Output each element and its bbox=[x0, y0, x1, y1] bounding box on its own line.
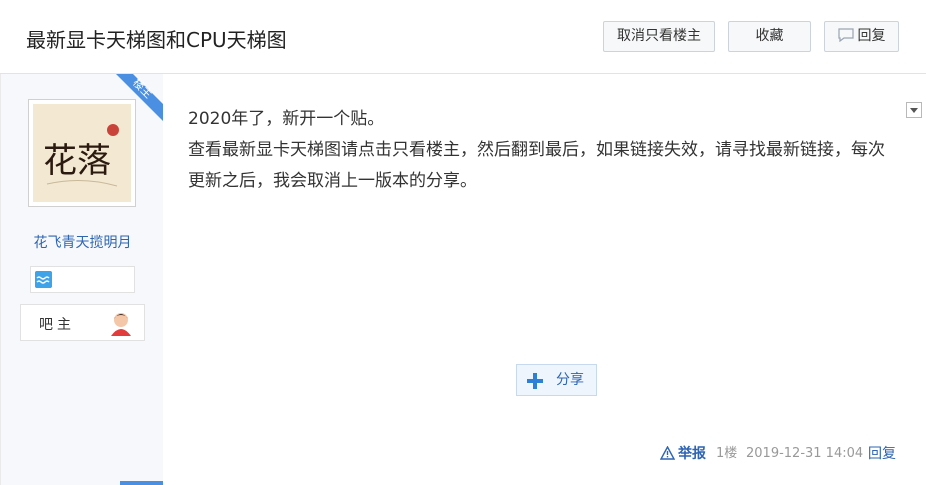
wave-level-icon bbox=[35, 271, 52, 288]
level-badge[interactable] bbox=[30, 266, 135, 293]
reply-button-label: 回复 bbox=[857, 28, 886, 44]
floor-reply-link[interactable]: 回复 bbox=[868, 444, 896, 464]
favorite-button[interactable]: 收藏 bbox=[728, 21, 811, 52]
role-label: 吧主 bbox=[39, 317, 75, 333]
share-button[interactable]: 分享 bbox=[516, 364, 597, 396]
username-link[interactable]: 花飞青天揽明月 bbox=[1, 232, 164, 252]
post-line: 查看最新显卡天梯图请点击只看楼主，然后翻到最后，如果链接失效，请寻找最新链接，每… bbox=[188, 140, 885, 191]
warning-icon bbox=[660, 446, 675, 460]
author-sidebar: 花落 花飞青天揽明月 吧主 bbox=[0, 74, 163, 485]
next-floor-badge-edge bbox=[120, 481, 163, 485]
avatar-text: 花落 bbox=[43, 141, 111, 181]
report-label: 举报 bbox=[678, 446, 706, 462]
post-content: 2020年了，新开一个贴。 查看最新显卡天梯图请点击只看楼主，然后翻到最后，如果… bbox=[188, 104, 900, 197]
thread-title: 最新显卡天梯图和CPU天梯图 bbox=[26, 28, 287, 52]
only-author-button[interactable]: 取消只看楼主 bbox=[603, 21, 715, 52]
post-menu-dropdown[interactable] bbox=[906, 102, 922, 118]
author-badge-ribbon: 楼主 bbox=[116, 74, 163, 121]
report-link[interactable]: 举报 bbox=[660, 444, 706, 464]
plus-icon bbox=[527, 373, 543, 389]
post-header: 最新显卡天梯图和CPU天梯图 取消只看楼主 收藏 回复 bbox=[0, 0, 926, 74]
bazhu-avatar-icon bbox=[111, 313, 131, 336]
speech-bubble-icon bbox=[837, 28, 854, 42]
share-label: 分享 bbox=[556, 372, 584, 388]
post-time: 2019-12-31 14:04 bbox=[746, 446, 864, 461]
role-badge[interactable]: 吧主 bbox=[20, 304, 145, 341]
reply-button[interactable]: 回复 bbox=[824, 21, 899, 52]
floor-number: 1楼 bbox=[716, 446, 738, 461]
post-line: 2020年了，新开一个贴。 bbox=[188, 109, 385, 129]
